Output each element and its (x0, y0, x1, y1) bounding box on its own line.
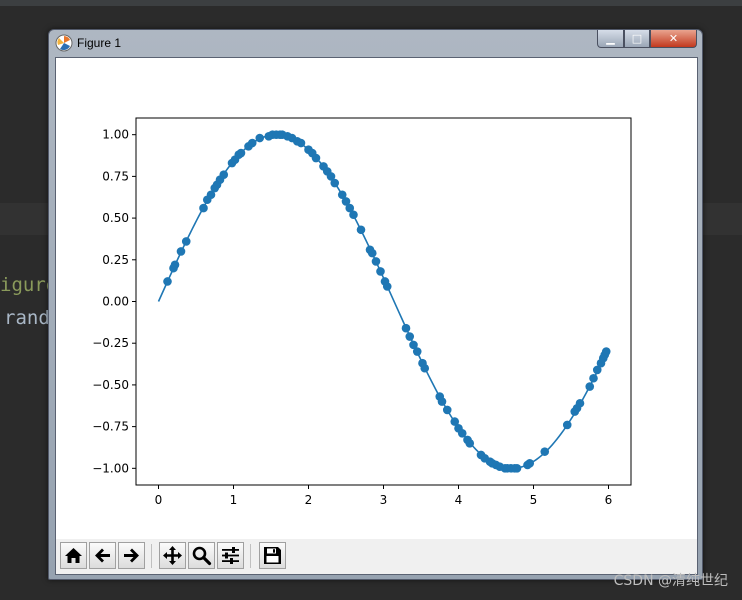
y-tick-label: 1.00 (102, 128, 129, 142)
toolbar-separator (250, 544, 251, 568)
scatter-point (382, 282, 392, 291)
home-icon (65, 548, 82, 563)
configure-subplots-button[interactable] (217, 542, 244, 569)
forward-button[interactable] (118, 542, 145, 569)
watermark: CSDN @清纯世纪 (613, 573, 728, 589)
x-tick-label: 6 (605, 493, 613, 507)
scatter-point (349, 210, 358, 220)
x-tick-label: 0 (155, 493, 163, 507)
scatter-point (562, 420, 572, 430)
scatter-point (412, 347, 422, 356)
x-tick-label: 1 (230, 493, 238, 507)
save-button[interactable] (259, 542, 286, 569)
scatter-point (181, 237, 191, 246)
y-tick-label: −1.00 (92, 461, 129, 475)
scatter-point (601, 347, 611, 356)
figure-canvas-area: 0 1 2 3 4 5 6 −1.00 −0.75 −0.50 −0.25 0.00 0.25 0.50 0… (55, 57, 698, 575)
scatter-point (163, 277, 172, 286)
plot-area (136, 118, 631, 485)
maximize-button[interactable]: □ (624, 30, 650, 48)
y-tick-label: −0.25 (92, 336, 129, 350)
scatter-point (371, 257, 381, 266)
zoom-icon (192, 546, 212, 566)
pan-button[interactable] (159, 542, 186, 569)
scatter-point (296, 138, 306, 148)
minimize-button[interactable]: ▁ (597, 30, 624, 48)
scatter-point (512, 464, 522, 473)
scatter-point (247, 138, 257, 148)
back-icon (95, 548, 110, 563)
scatter-point (176, 247, 186, 256)
y-tick-label: −0.75 (92, 420, 129, 434)
scatter-point (585, 382, 595, 391)
y-tick-label: 0.25 (102, 253, 129, 267)
scatter-point (465, 439, 475, 448)
back-button[interactable] (89, 542, 116, 569)
scatter-point (575, 398, 585, 408)
configure-subplots-icon (222, 547, 239, 564)
navigation-toolbar (56, 539, 697, 574)
x-tick-label: 2 (305, 493, 313, 507)
title-bar[interactable]: Figure 1 ▁ □ ✕ (49, 30, 702, 56)
scatter-point (442, 405, 452, 415)
y-tick-label: −0.50 (92, 378, 129, 392)
scatter-point (525, 459, 535, 468)
matplotlib-app-icon (55, 34, 73, 52)
scatter-point (405, 332, 415, 341)
figure-window: Figure 1 ▁ □ ✕ 0 1 2 3 4 5 6 −1.00 −0.75 −0.50 −0.… (48, 29, 703, 580)
scatter-point (376, 267, 385, 276)
scatter-point (540, 447, 550, 456)
y-tick-label: 0.00 (102, 295, 129, 309)
scatter-point (330, 178, 340, 188)
scatter-point (356, 225, 366, 235)
zoom-button[interactable] (188, 542, 215, 569)
window-controls: ▁ □ ✕ (597, 30, 697, 49)
scatter-point (589, 373, 598, 383)
forward-icon (124, 548, 139, 563)
x-tick-label: 3 (380, 493, 388, 507)
y-tick-label: 0.50 (102, 211, 129, 225)
plot-canvas[interactable]: 0 1 2 3 4 5 6 −1.00 −0.75 −0.50 −0.25 0.00 0.25 0.50 0… (56, 58, 697, 539)
background-code-line: rand (4, 307, 50, 329)
scatter-point (219, 170, 229, 180)
ide-header-strip (0, 0, 742, 6)
window-title: Figure 1 (77, 36, 122, 50)
toolbar-separator (151, 544, 152, 568)
scatter-point (255, 133, 265, 143)
scatter-point (420, 363, 430, 373)
scatter-point (401, 323, 411, 333)
scatter-point (170, 260, 180, 270)
scatter-point (199, 203, 208, 213)
y-tick-label: 0.75 (102, 169, 129, 183)
scatter-point (437, 397, 447, 406)
pan-icon (163, 546, 182, 565)
scatter-point (236, 148, 246, 158)
scatter-point (311, 153, 321, 163)
scatter-point (367, 248, 377, 258)
close-button[interactable]: ✕ (650, 30, 697, 48)
home-button[interactable] (60, 542, 87, 569)
save-icon (264, 547, 281, 564)
x-tick-label: 5 (530, 493, 538, 507)
x-tick-label: 4 (455, 493, 463, 507)
